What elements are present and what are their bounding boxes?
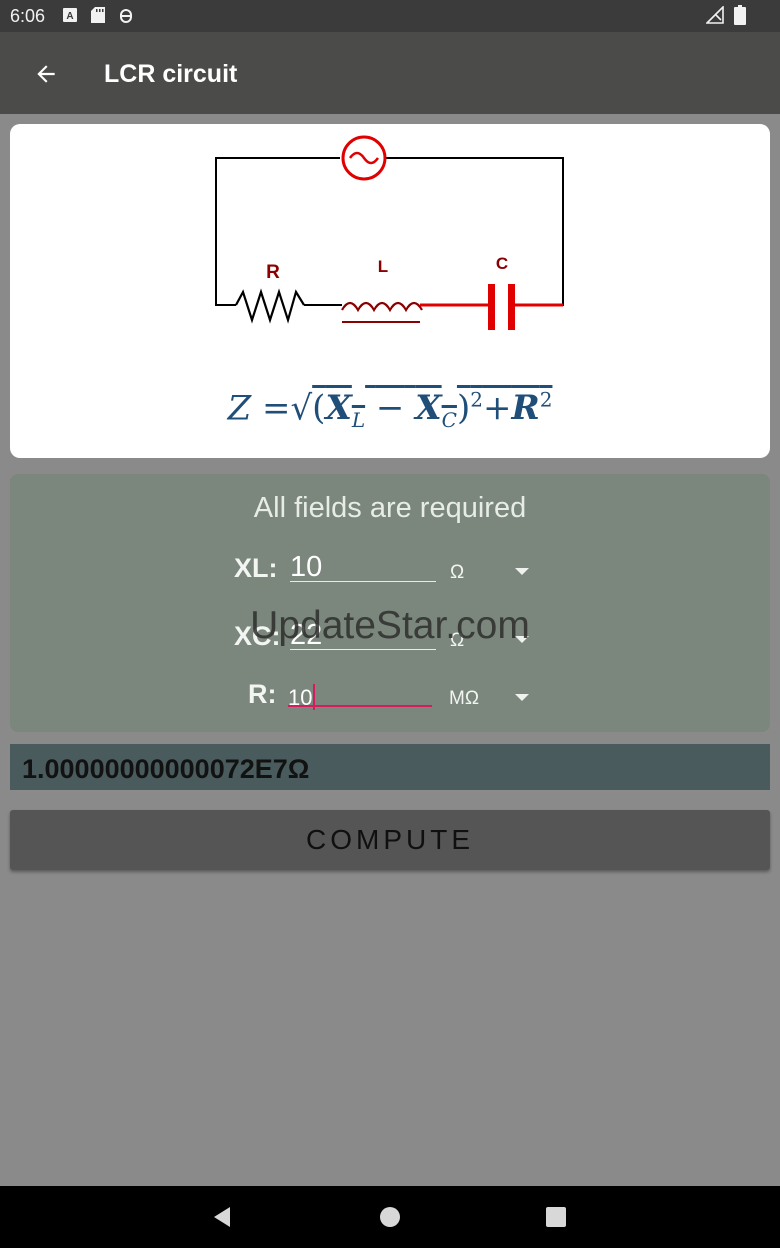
compute-button[interactable]: COMPUTE xyxy=(10,810,770,870)
compute-label: COMPUTE xyxy=(306,824,474,855)
impedance-formula: Z =√(XL − XC)2+R2 xyxy=(227,388,553,433)
r-unit: MΩ xyxy=(449,688,480,709)
watermark: UpdateStar.com xyxy=(250,604,530,647)
capacitor-symbol xyxy=(420,284,563,330)
result-box: 1.00000000000072E7Ω xyxy=(10,744,770,790)
xc-underline xyxy=(290,649,436,650)
nav-home-button[interactable] xyxy=(375,1202,405,1232)
navigation-bar xyxy=(0,1186,780,1248)
xl-input[interactable] xyxy=(290,549,434,585)
xl-label: XL: xyxy=(234,553,278,583)
nav-back-button[interactable] xyxy=(207,1202,237,1232)
resistor-label: R xyxy=(266,262,280,283)
capacitor-label: C xyxy=(496,254,508,273)
inductor-label: L xyxy=(378,257,388,276)
ac-source-icon xyxy=(341,135,387,181)
square-recents-icon xyxy=(546,1207,566,1227)
result-value: 1.00000000000072E7Ω xyxy=(22,754,310,784)
required-notice: All fields are required xyxy=(253,492,527,524)
resistor-symbol xyxy=(216,288,342,324)
formula-radicand: (XL − XC)2+R2 xyxy=(312,388,553,433)
xl-unit: Ω xyxy=(450,562,465,583)
circle-home-icon xyxy=(380,1207,400,1227)
chevron-down-icon xyxy=(515,568,529,575)
r-input[interactable] xyxy=(288,680,408,716)
r-label: R: xyxy=(248,679,277,709)
xl-underline xyxy=(290,581,436,582)
chevron-down-icon xyxy=(515,694,529,701)
nav-recents-button[interactable] xyxy=(541,1202,571,1232)
triangle-back-icon xyxy=(214,1207,230,1227)
inductor-symbol xyxy=(341,301,423,323)
r-underline-focused xyxy=(288,705,432,707)
